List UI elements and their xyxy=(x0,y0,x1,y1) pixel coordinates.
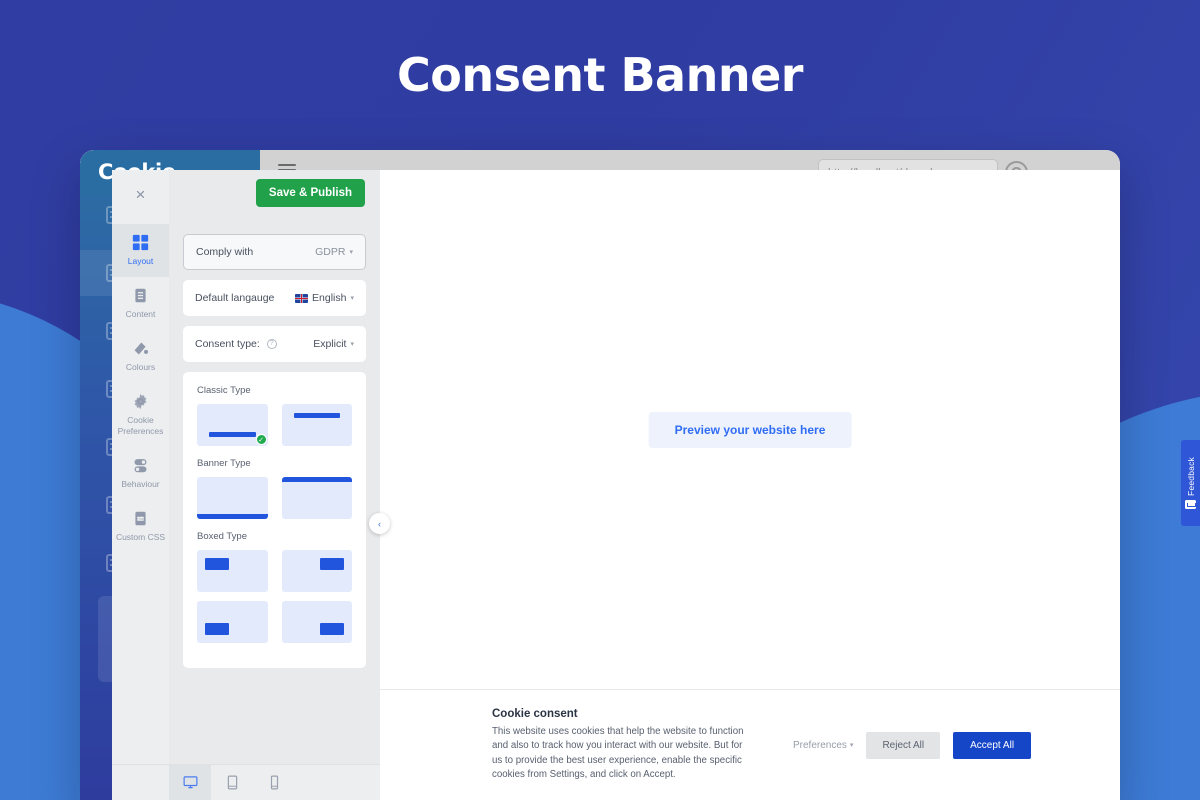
device-mobile-button[interactable] xyxy=(253,765,295,800)
layout-thumb-row: ✓ xyxy=(197,404,352,446)
editor-toolbar: × Save & Publish xyxy=(112,170,380,220)
chevron-down-icon: ▾ xyxy=(350,341,354,348)
close-icon[interactable]: × xyxy=(112,170,169,220)
cookie-consent-actions: Preferences ▾ Reject All Accept All xyxy=(793,731,1032,759)
accept-all-button[interactable]: Accept All xyxy=(953,731,1032,759)
layout-group-boxed: Boxed Type xyxy=(197,531,352,643)
comply-with-value-wrap: GDPR ▾ xyxy=(315,246,353,258)
selected-check-icon: ✓ xyxy=(255,434,267,445)
gear-icon xyxy=(134,393,147,410)
thumb-bar xyxy=(197,514,268,519)
device-preview-toggle xyxy=(112,764,380,800)
chevron-down-icon: ▾ xyxy=(849,742,854,749)
comply-with-label: Comply with xyxy=(196,246,254,258)
layout-group-classic: Classic Type ✓ xyxy=(197,385,352,446)
layout-thumb-row xyxy=(197,550,352,592)
sidebar-item-behaviour[interactable]: Behaviour xyxy=(112,447,169,500)
thumb-box xyxy=(205,558,229,570)
css-file-icon: CSS xyxy=(135,511,146,526)
layout-thumb-row xyxy=(197,477,352,519)
grid-icon xyxy=(132,234,149,251)
layout-group-label: Classic Type xyxy=(197,385,251,396)
layout-type-card: Classic Type ✓ Banner Type Boxed Type xyxy=(183,372,366,668)
help-icon[interactable]: ? xyxy=(266,339,277,350)
sidebar-item-label: Cookie Preferences xyxy=(117,415,164,436)
default-language-value: English xyxy=(312,292,347,304)
mobile-icon xyxy=(270,775,278,790)
desktop-icon xyxy=(183,776,197,789)
layout-thumb-boxed-top-left[interactable] xyxy=(197,550,268,592)
layout-thumb-boxed-bottom-left[interactable] xyxy=(197,601,268,643)
layout-thumb-classic-top[interactable] xyxy=(281,404,352,446)
document-icon xyxy=(135,288,146,303)
feedback-tab[interactable]: Feedback xyxy=(1181,440,1200,526)
device-desktop-button[interactable] xyxy=(169,764,211,800)
layout-thumb-classic-bottom[interactable]: ✓ xyxy=(197,404,268,446)
reject-all-button[interactable]: Reject All xyxy=(866,731,941,759)
sidebar-item-label: Behaviour xyxy=(121,479,160,489)
default-language-label: Default langauge xyxy=(195,292,275,304)
chevron-down-icon: ▾ xyxy=(350,295,354,302)
layout-group-label: Boxed Type xyxy=(197,531,248,542)
consent-editor-panel: × Save & Publish Layout Content Colours … xyxy=(112,170,380,800)
consent-type-label: Consent type: xyxy=(195,338,260,350)
preview-placeholder: Preview your website here xyxy=(648,411,852,448)
layout-group-banner: Banner Type xyxy=(197,458,352,519)
tablet-icon xyxy=(227,775,237,790)
sidebar-item-content[interactable]: Content xyxy=(112,277,169,330)
feedback-smiley-icon xyxy=(1185,499,1196,509)
thumb-box xyxy=(320,558,344,570)
device-tablet-button[interactable] xyxy=(211,765,253,800)
thumb-bar xyxy=(209,432,256,437)
sidebar-item-label: Colours xyxy=(125,362,156,372)
sidebar-item-label: Content xyxy=(125,309,156,319)
comply-with-field[interactable]: Comply with GDPR ▾ xyxy=(183,234,366,270)
svg-text:CSS: CSS xyxy=(137,517,145,521)
sidebar-item-cookie-preferences[interactable]: Cookie Preferences xyxy=(112,383,169,447)
thumb-box xyxy=(320,623,344,635)
thumb-bar xyxy=(281,477,352,482)
editor-main: Layout Content Colours Cookie Preference… xyxy=(112,220,380,764)
sidebar-item-colours[interactable]: Colours xyxy=(112,330,169,383)
preview-canvas: Preview your website here xyxy=(380,170,1120,690)
editor-nav-rail: Layout Content Colours Cookie Preference… xyxy=(112,220,169,764)
sidebar-item-custom-css[interactable]: CSS Custom CSS xyxy=(112,500,169,553)
layout-thumb-boxed-top-right[interactable] xyxy=(281,550,352,592)
save-publish-button[interactable]: Save & Publish xyxy=(255,179,365,207)
layout-thumb-boxed-bottom-right[interactable] xyxy=(281,601,352,643)
collapse-panel-button[interactable]: ‹ xyxy=(369,513,390,534)
preferences-button[interactable]: Preferences ▾ xyxy=(793,740,853,751)
layout-group-label: Banner Type xyxy=(197,458,251,469)
layout-thumb-banner-bottom[interactable] xyxy=(197,477,268,519)
page-title: Consent Banner xyxy=(397,48,803,102)
toggle-icon xyxy=(134,459,147,473)
consent-type-field[interactable]: Consent type: ? Explicit ▾ xyxy=(183,326,366,362)
cookie-consent-heading: Cookie consent xyxy=(492,707,578,720)
cookie-consent-text: Cookie consent This website uses cookies… xyxy=(492,708,745,783)
preferences-label: Preferences xyxy=(793,739,847,751)
chevron-down-icon: ▾ xyxy=(349,249,353,256)
uk-flag-icon xyxy=(295,293,309,303)
default-language-value-wrap: English ▾ xyxy=(295,292,354,304)
consent-type-label-wrap: Consent type: ? xyxy=(195,338,277,350)
comply-with-value: GDPR xyxy=(315,246,346,258)
paint-drop-icon xyxy=(134,342,149,355)
consent-type-value-wrap: Explicit ▾ xyxy=(313,338,354,350)
layout-thumb-row xyxy=(197,601,352,643)
layout-thumb-banner-top[interactable] xyxy=(281,477,352,519)
sidebar-item-label: Custom CSS xyxy=(115,532,166,542)
thumb-box xyxy=(205,623,229,635)
cookie-consent-banner: Cookie consent This website uses cookies… xyxy=(380,690,1120,800)
feedback-label: Feedback xyxy=(1185,457,1196,496)
editor-settings-pane: Comply with GDPR ▾ Default langauge Engl… xyxy=(169,220,380,764)
sidebar-item-layout[interactable]: Layout xyxy=(112,224,169,277)
thumb-bar xyxy=(293,413,340,418)
default-language-field[interactable]: Default langauge English ▾ xyxy=(183,280,366,316)
consent-type-value: Explicit xyxy=(313,338,347,350)
sidebar-item-label: Layout xyxy=(127,256,154,266)
cookie-consent-body: This website uses cookies that help the … xyxy=(492,725,744,781)
